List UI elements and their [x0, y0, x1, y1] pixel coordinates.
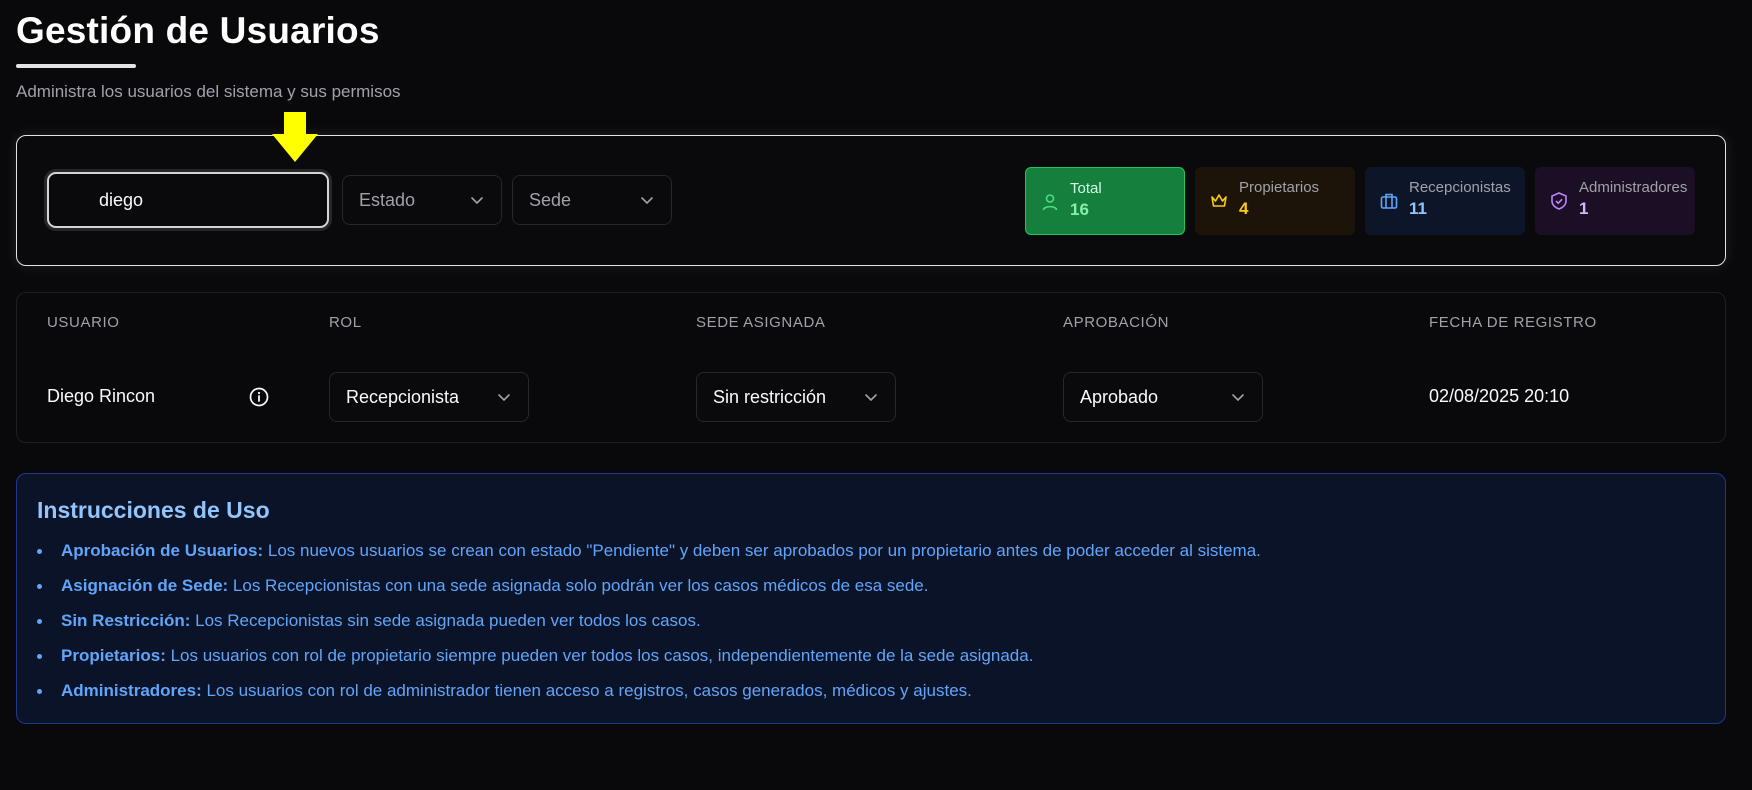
sede-select[interactable]: Sede	[512, 175, 672, 225]
column-header-sede: SEDE ASIGNADA	[696, 314, 826, 331]
list-item: Propietarios: Los usuarios con rol de pr…	[37, 642, 1261, 677]
column-header-usuario: USUARIO	[47, 314, 120, 331]
chevron-down-icon	[498, 394, 510, 402]
chevron-down-icon	[471, 197, 483, 205]
instruction-text: Los usuarios con rol de propietario siem…	[165, 646, 1034, 665]
list-item: Asignación de Sede: Los Recepcionistas c…	[37, 572, 1261, 607]
page-title: Gestión de Usuarios	[16, 10, 380, 51]
instruction-label: Asignación de Sede:	[61, 576, 229, 595]
stat-value: 1	[1579, 199, 1589, 218]
approval-select[interactable]: Aprobado	[1063, 372, 1263, 422]
estado-select-label: Estado	[359, 189, 416, 210]
list-item: Sin Restricción: Los Recepcionistas sin …	[37, 607, 1261, 642]
sede-assign-value: Sin restricción	[713, 386, 827, 407]
shield-icon	[1551, 192, 1567, 210]
sede-assign-select[interactable]: Sin restricción	[696, 372, 896, 422]
chevron-down-icon	[1232, 394, 1244, 402]
list-item: Aprobación de Usuarios: Los nuevos usuar…	[37, 537, 1261, 572]
column-header-rol: ROL	[329, 314, 362, 331]
arrow-down-icon	[272, 112, 318, 162]
user-name: Diego Rincon	[47, 386, 156, 406]
chevron-down-icon	[865, 394, 877, 402]
instruction-label: Sin Restricción:	[61, 611, 191, 630]
instruction-label: Propietarios:	[61, 646, 166, 665]
stat-card-recepcionistas[interactable]: Recepcionistas 11	[1365, 167, 1525, 235]
stat-card-administradores[interactable]: Administradores 1	[1535, 167, 1695, 235]
instruction-text: Los nuevos usuarios se crean con estado …	[263, 541, 1261, 560]
registration-date: 02/08/2025 20:10	[1429, 386, 1570, 406]
list-item: Administradores: Los usuarios con rol de…	[37, 677, 1261, 712]
instructions-title: Instrucciones de Uso	[37, 497, 270, 523]
title-underline	[16, 64, 136, 68]
stat-value: 16	[1070, 200, 1089, 219]
search-input[interactable]	[47, 172, 329, 228]
stat-label: Propietarios	[1239, 179, 1320, 196]
info-icon[interactable]	[248, 386, 270, 408]
estado-select[interactable]: Estado	[342, 175, 502, 225]
instruction-label: Aprobación de Usuarios:	[61, 541, 264, 560]
crown-icon	[1211, 194, 1227, 207]
chevron-down-icon	[641, 197, 653, 205]
stat-card-total[interactable]: Total 16	[1025, 167, 1185, 235]
stat-label: Recepcionistas	[1409, 179, 1511, 196]
stat-value: 11	[1409, 199, 1427, 218]
instruction-text: Los Recepcionistas con una sede asignada…	[228, 576, 929, 595]
stat-label: Administradores	[1579, 179, 1688, 196]
stat-label: Total	[1070, 180, 1102, 197]
role-select-value: Recepcionista	[346, 386, 460, 407]
role-select[interactable]: Recepcionista	[329, 372, 529, 422]
column-header-fecha: FECHA DE REGISTRO	[1429, 314, 1597, 331]
instruction-text: Los Recepcionistas sin sede asignada pue…	[190, 611, 701, 630]
stat-value: 4	[1239, 199, 1249, 218]
sede-select-label: Sede	[529, 189, 572, 210]
briefcase-icon	[1380, 193, 1398, 209]
instruction-text: Los usuarios con rol de administrador ti…	[201, 681, 972, 700]
column-header-aprobacion: APROBACIÓN	[1063, 314, 1170, 331]
user-icon	[1042, 194, 1058, 211]
stat-card-propietarios[interactable]: Propietarios 4	[1195, 167, 1355, 235]
instruction-label: Administradores:	[61, 681, 202, 700]
instructions-list: Aprobación de Usuarios: Los nuevos usuar…	[37, 537, 1261, 712]
approval-select-value: Aprobado	[1080, 386, 1159, 407]
page-subtitle: Administra los usuarios del sistema y su…	[16, 82, 401, 101]
